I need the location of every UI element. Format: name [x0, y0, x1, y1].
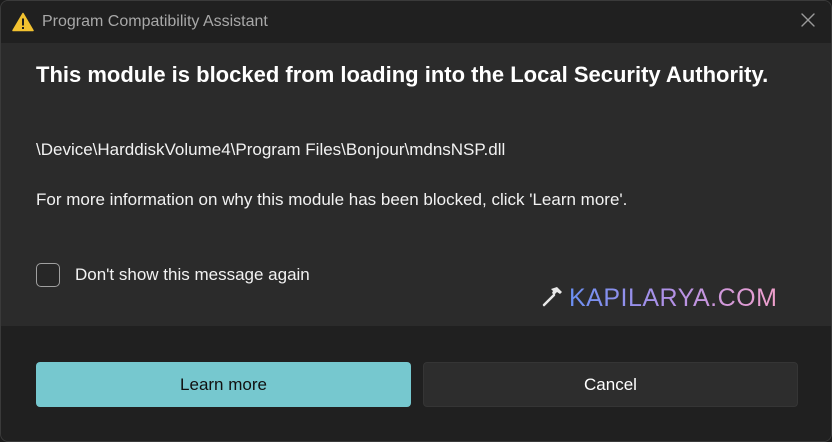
- dialog-footer: Learn more Cancel: [1, 326, 831, 441]
- hammer-icon: [541, 284, 565, 313]
- module-path: \Device\HarddiskVolume4\Program Files\Bo…: [36, 140, 506, 159]
- close-button[interactable]: [785, 1, 831, 43]
- close-icon: [800, 12, 816, 33]
- dont-show-again-label: Don't show this message again: [75, 265, 310, 284]
- watermark-text: KAPILARYA.COM: [569, 283, 778, 312]
- warning-icon: [12, 12, 34, 32]
- dialog-window: Program Compatibility Assistant This mod…: [0, 0, 832, 442]
- dialog-heading: This module is blocked from loading into…: [36, 62, 769, 87]
- info-text: For more information on why this module …: [36, 190, 628, 209]
- dont-show-again-checkbox[interactable]: [36, 263, 60, 287]
- cancel-button[interactable]: Cancel: [423, 362, 798, 407]
- window-title: Program Compatibility Assistant: [42, 13, 268, 30]
- dont-show-again-row[interactable]: Don't show this message again: [36, 261, 310, 289]
- title-bar: Program Compatibility Assistant: [1, 1, 831, 43]
- watermark: KAPILARYA.COM: [541, 283, 777, 313]
- learn-more-button[interactable]: Learn more: [36, 362, 411, 407]
- dialog-content: This module is blocked from loading into…: [1, 43, 831, 326]
